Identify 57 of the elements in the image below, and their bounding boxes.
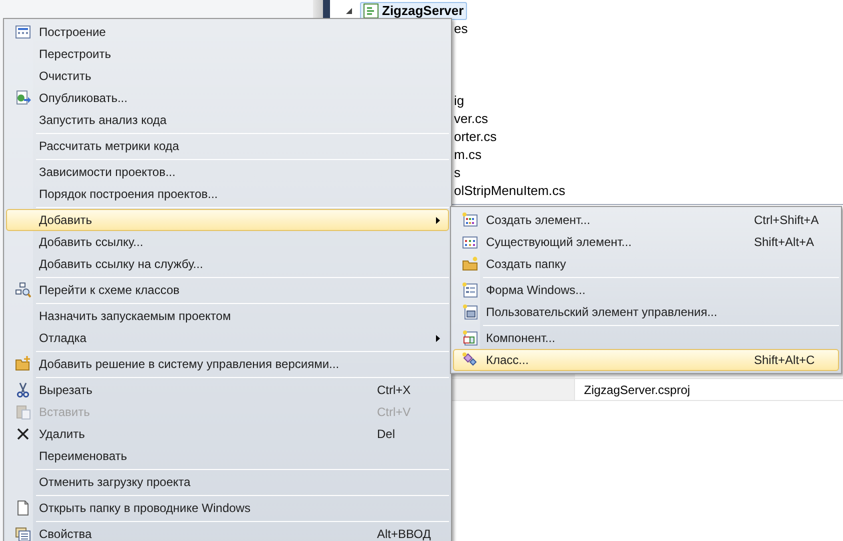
csharp-project-icon — [363, 3, 379, 19]
collapse-triangle-icon[interactable] — [346, 8, 352, 14]
close-icon — [15, 426, 31, 442]
build-grid-icon — [15, 24, 31, 40]
tree-item[interactable]: m.cs — [454, 145, 482, 165]
folder-plus-icon — [15, 356, 31, 372]
submenu-arrow-icon — [436, 216, 440, 224]
new-item-icon — [462, 212, 478, 228]
menu-item[interactable]: Компонент... — [453, 327, 839, 349]
menu-item[interactable]: Зависимости проектов... — [6, 161, 449, 183]
tree-item[interactable]: ig — [454, 91, 464, 111]
item-grid-icon — [462, 234, 478, 250]
menu-item[interactable]: Существующий элемент... Shift+Alt+A — [453, 231, 839, 253]
class-diagram-icon — [15, 282, 31, 298]
menu-item[interactable]: Рассчитать метрики кода — [6, 135, 449, 157]
menu-item[interactable]: Порядок построения проектов... — [6, 183, 449, 205]
menu-item[interactable]: Создать элемент... Ctrl+Shift+A — [453, 209, 839, 231]
menu-item[interactable]: Свойства Alt+ВВОД — [6, 523, 449, 541]
menu-item[interactable]: Перейти к схеме классов — [6, 279, 449, 301]
menu-item[interactable]: Добавить решение в систему управления версиями... — [6, 353, 449, 375]
globe-document-icon — [15, 90, 31, 106]
new-folder-icon — [462, 256, 478, 272]
tree-item[interactable]: s — [454, 163, 460, 183]
tree-item[interactable]: ver.cs — [454, 109, 488, 129]
tree-item[interactable]: es — [454, 19, 468, 39]
tree-item[interactable]: olStripMenuItem.cs — [454, 181, 566, 201]
user-control-icon — [462, 304, 478, 320]
document-icon — [15, 500, 31, 516]
menu-item[interactable]: Добавить ссылку... — [6, 231, 449, 253]
component-icon — [462, 330, 478, 346]
menu-item[interactable]: Создать папку — [453, 253, 839, 275]
submenu-arrow-icon — [436, 334, 440, 342]
menu-item[interactable]: Запустить анализ кода — [6, 109, 449, 131]
scissors-icon — [15, 382, 31, 398]
menu-item[interactable]: Открыть папку в проводнике Windows — [6, 497, 449, 519]
menu-item[interactable]: Вырезать Ctrl+X — [6, 379, 449, 401]
menu-item[interactable]: Класс... Shift+Alt+C — [453, 349, 839, 371]
properties-icon — [15, 526, 31, 541]
menu-item[interactable]: Опубликовать... — [6, 87, 449, 109]
menu-item[interactable]: Удалить Del — [6, 423, 449, 445]
menu-item[interactable]: Построение — [6, 21, 449, 43]
menu-item[interactable]: Отладка — [6, 327, 449, 349]
menu-item[interactable]: Пользовательский элемент управления... — [453, 301, 839, 323]
tree-item[interactable]: ZigzagServer — [360, 2, 467, 20]
menu-item[interactable]: Назначить запускаемым проектом — [6, 305, 449, 327]
class-icon — [462, 352, 478, 368]
menu-item[interactable]: Отменить загрузку проекта — [6, 471, 449, 493]
tree-item[interactable]: orter.cs — [454, 127, 497, 147]
menu-item[interactable]: Перестроить — [6, 43, 449, 65]
menu-item[interactable]: Переименовать — [6, 445, 449, 467]
form-icon — [462, 282, 478, 298]
clipboard-icon — [15, 404, 31, 420]
menu-item[interactable]: Очистить — [6, 65, 449, 87]
menu-item[interactable]: Добавить ссылку на службу... — [6, 253, 449, 275]
menu-item[interactable]: Добавить — [6, 209, 449, 231]
property-value: ZigzagServer.csproj — [583, 382, 690, 398]
menu-item[interactable]: Форма Windows... — [453, 279, 839, 301]
